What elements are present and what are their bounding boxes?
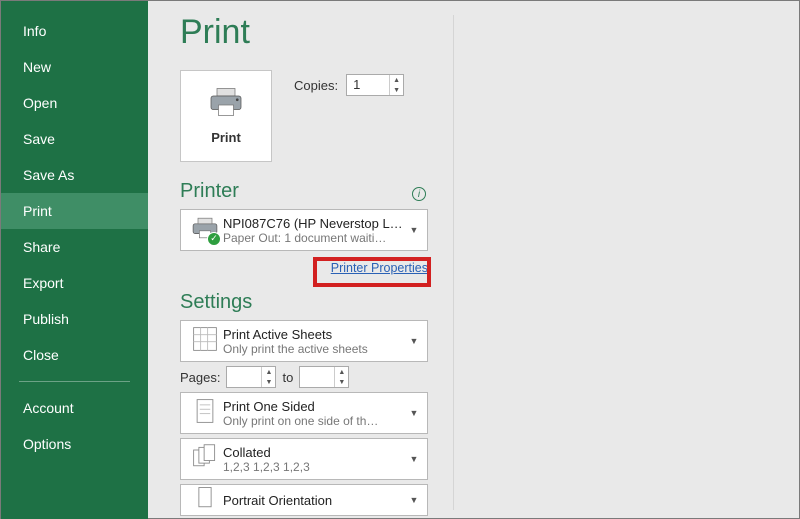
- printer-icon: [207, 87, 245, 122]
- print-what-title: Print Active Sheets: [223, 327, 405, 342]
- sidebar-item-print[interactable]: Print: [1, 193, 148, 229]
- printer-name: NPI087C76 (HP Neverstop L…: [223, 216, 405, 231]
- chevron-down-icon[interactable]: ▼: [390, 85, 403, 95]
- printer-properties-link[interactable]: Printer Properties: [331, 261, 428, 275]
- pages-label: Pages:: [180, 370, 220, 385]
- sidebar-item-save[interactable]: Save: [1, 121, 148, 157]
- sidebar-item-export[interactable]: Export: [1, 265, 148, 301]
- spinner-arrows[interactable]: ▲ ▼: [261, 367, 275, 387]
- chevron-up-icon[interactable]: ▲: [335, 367, 348, 377]
- sidebar-item-new[interactable]: New: [1, 49, 148, 85]
- sides-sub: Only print on one side of th…: [223, 414, 405, 428]
- collated-icon: [191, 443, 219, 476]
- print-panel: Print Print Copies: 1 ▲ ▼: [148, 1, 799, 518]
- collation-selector[interactable]: Collated 1,2,3 1,2,3 1,2,3 ▼: [180, 438, 428, 480]
- sidebar-item-options[interactable]: Options: [1, 426, 148, 462]
- sidebar-item-open[interactable]: Open: [1, 85, 148, 121]
- sides-selector[interactable]: Print One Sided Only print on one side o…: [180, 392, 428, 434]
- sidebar-item-close[interactable]: Close: [1, 337, 148, 373]
- spinner-arrows[interactable]: ▲ ▼: [389, 75, 403, 95]
- sidebar-item-info[interactable]: Info: [1, 13, 148, 49]
- chevron-down-icon[interactable]: ▼: [405, 336, 423, 346]
- pages-to-spinner[interactable]: ▲ ▼: [299, 366, 349, 388]
- backstage-sidebar: Info New Open Save Save As Print Share E…: [1, 1, 148, 519]
- sidebar-item-account[interactable]: Account: [1, 390, 148, 426]
- print-button[interactable]: Print: [180, 70, 272, 162]
- settings-section-label: Settings: [180, 291, 252, 314]
- printer-section-title: Printer: [180, 180, 799, 203]
- chevron-up-icon[interactable]: ▲: [262, 367, 275, 377]
- status-ok-icon: ✓: [207, 232, 221, 246]
- settings-section-title: Settings: [180, 291, 799, 314]
- orientation-title: Portrait Orientation: [223, 493, 405, 508]
- copies-value: 1: [353, 77, 360, 92]
- print-what-selector[interactable]: Print Active Sheets Only print the activ…: [180, 320, 428, 362]
- printer-selector[interactable]: ✓ NPI087C76 (HP Neverstop L… Paper Out: …: [180, 209, 428, 251]
- chevron-down-icon[interactable]: ▼: [405, 408, 423, 418]
- sidebar-divider: [19, 381, 130, 382]
- chevron-up-icon[interactable]: ▲: [390, 75, 403, 85]
- chevron-down-icon[interactable]: ▼: [405, 495, 423, 505]
- printer-section-label: Printer: [180, 180, 239, 203]
- sidebar-item-save-as[interactable]: Save As: [1, 157, 148, 193]
- spinner-arrows[interactable]: ▲ ▼: [334, 367, 348, 387]
- pages-to-label: to: [282, 370, 293, 385]
- collation-sub: 1,2,3 1,2,3 1,2,3: [223, 460, 405, 474]
- preview-divider: [453, 15, 454, 510]
- print-button-label: Print: [211, 130, 241, 145]
- pages-from-spinner[interactable]: ▲ ▼: [226, 366, 276, 388]
- chevron-down-icon[interactable]: ▼: [335, 377, 348, 387]
- sides-title: Print One Sided: [223, 399, 405, 414]
- one-sided-icon: [191, 397, 219, 430]
- printer-status: Paper Out: 1 document waiti…: [223, 231, 405, 245]
- print-what-sub: Only print the active sheets: [223, 342, 405, 356]
- page-title: Print: [180, 13, 799, 52]
- orientation-selector[interactable]: Portrait Orientation ▼: [180, 484, 428, 516]
- chevron-down-icon[interactable]: ▼: [262, 377, 275, 387]
- orientation-icon: [191, 484, 219, 517]
- chevron-down-icon[interactable]: ▼: [405, 225, 423, 235]
- collation-title: Collated: [223, 445, 405, 460]
- active-sheets-icon: [191, 325, 219, 358]
- chevron-down-icon[interactable]: ▼: [405, 454, 423, 464]
- info-icon[interactable]: i: [412, 187, 426, 201]
- sidebar-item-publish[interactable]: Publish: [1, 301, 148, 337]
- copies-spinner[interactable]: 1 ▲ ▼: [346, 74, 404, 96]
- copies-label: Copies:: [294, 78, 338, 93]
- sidebar-item-share[interactable]: Share: [1, 229, 148, 265]
